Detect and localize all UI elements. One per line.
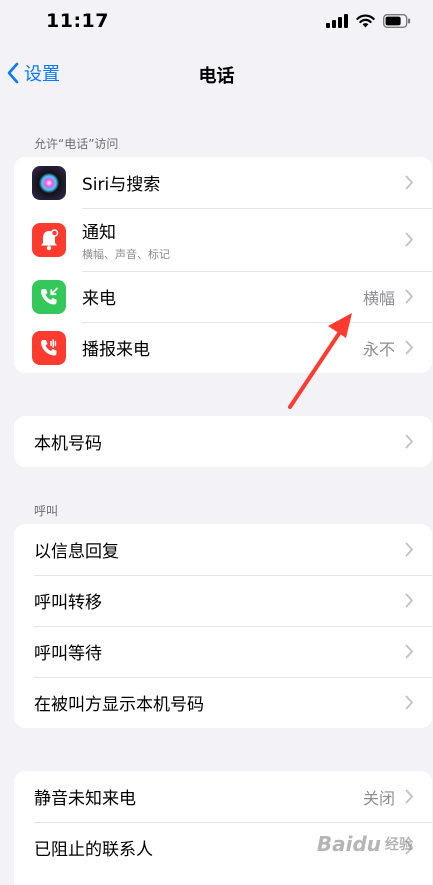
- row-title: 静音未知来电: [34, 789, 136, 809]
- group-blocking: 静音未知来电 关闭 已阻止的联系人: [14, 771, 432, 885]
- battery-icon: [383, 14, 411, 28]
- row-value: 永不: [362, 339, 395, 359]
- chevron-right-icon: [405, 542, 413, 557]
- notification-bell-icon: [32, 222, 66, 257]
- row-my-number[interactable]: 本机号码: [14, 416, 432, 467]
- wifi-icon: [356, 14, 375, 28]
- row-call-forwarding[interactable]: 呼叫转移: [14, 575, 432, 626]
- group-allow-access: Siri与搜索 通知 横幅、声音、标记 来电 横幅 播报来电 永不: [14, 157, 432, 373]
- status-time: 11:17: [46, 10, 109, 32]
- row-call-waiting[interactable]: 呼叫等待: [14, 626, 432, 677]
- row-title: 通知: [82, 222, 116, 243]
- row-title: 以信息回复: [34, 542, 119, 562]
- watermark-sub: 经验: [385, 837, 413, 853]
- chevron-right-icon: [405, 340, 413, 355]
- status-icons: [326, 14, 411, 28]
- row-subtitle: 横幅、声音、标记: [82, 247, 170, 261]
- siri-icon: [32, 165, 66, 200]
- chevron-right-icon: [405, 695, 413, 710]
- group-calls: 以信息回复 呼叫转移 呼叫等待 在被叫方显示本机号码: [14, 524, 432, 728]
- row-announce-calls[interactable]: 播报来电 永不: [14, 322, 432, 373]
- row-title: 本机号码: [34, 434, 102, 454]
- incoming-call-icon: [32, 279, 66, 314]
- chevron-right-icon: [405, 644, 413, 659]
- chevron-right-icon: [405, 232, 413, 247]
- nav-bar: 设置 电话: [0, 52, 433, 96]
- row-value: 横幅: [362, 288, 395, 308]
- chevron-right-icon: [405, 175, 413, 190]
- status-bar: 11:17: [0, 0, 433, 50]
- chevron-right-icon: [405, 289, 413, 304]
- row-title: 来电: [82, 289, 116, 309]
- watermark-brand: Baidu: [316, 832, 381, 856]
- row-incoming-calls[interactable]: 来电 横幅: [14, 271, 432, 322]
- baidu-watermark: Baidu 经验: [317, 832, 413, 856]
- row-title: 呼叫等待: [34, 644, 102, 664]
- row-notifications[interactable]: 通知 横幅、声音、标记: [14, 208, 432, 271]
- chevron-right-icon: [405, 593, 413, 608]
- announce-call-icon: [32, 330, 66, 365]
- section-header-allow-access: 允许“电话”访问: [34, 137, 119, 151]
- row-title: Siri与搜索: [82, 175, 161, 195]
- row-respond-with-text[interactable]: 以信息回复: [14, 524, 432, 575]
- row-show-caller-id[interactable]: 在被叫方显示本机号码: [14, 677, 432, 728]
- row-value: 关闭: [362, 788, 395, 808]
- row-title: 呼叫转移: [34, 593, 102, 613]
- cellular-signal-icon: [326, 14, 348, 28]
- chevron-right-icon: [405, 434, 413, 449]
- group-my-number: 本机号码: [14, 416, 432, 467]
- chevron-right-icon: [405, 789, 413, 804]
- row-title: 播报来电: [82, 340, 150, 360]
- section-header-calls: 呼叫: [34, 504, 59, 518]
- row-siri-search[interactable]: Siri与搜索: [14, 157, 432, 208]
- row-silence-unknown-callers[interactable]: 静音未知来电 关闭: [14, 771, 432, 822]
- page-title: 电话: [198, 66, 235, 87]
- row-title: 在被叫方显示本机号码: [34, 695, 204, 715]
